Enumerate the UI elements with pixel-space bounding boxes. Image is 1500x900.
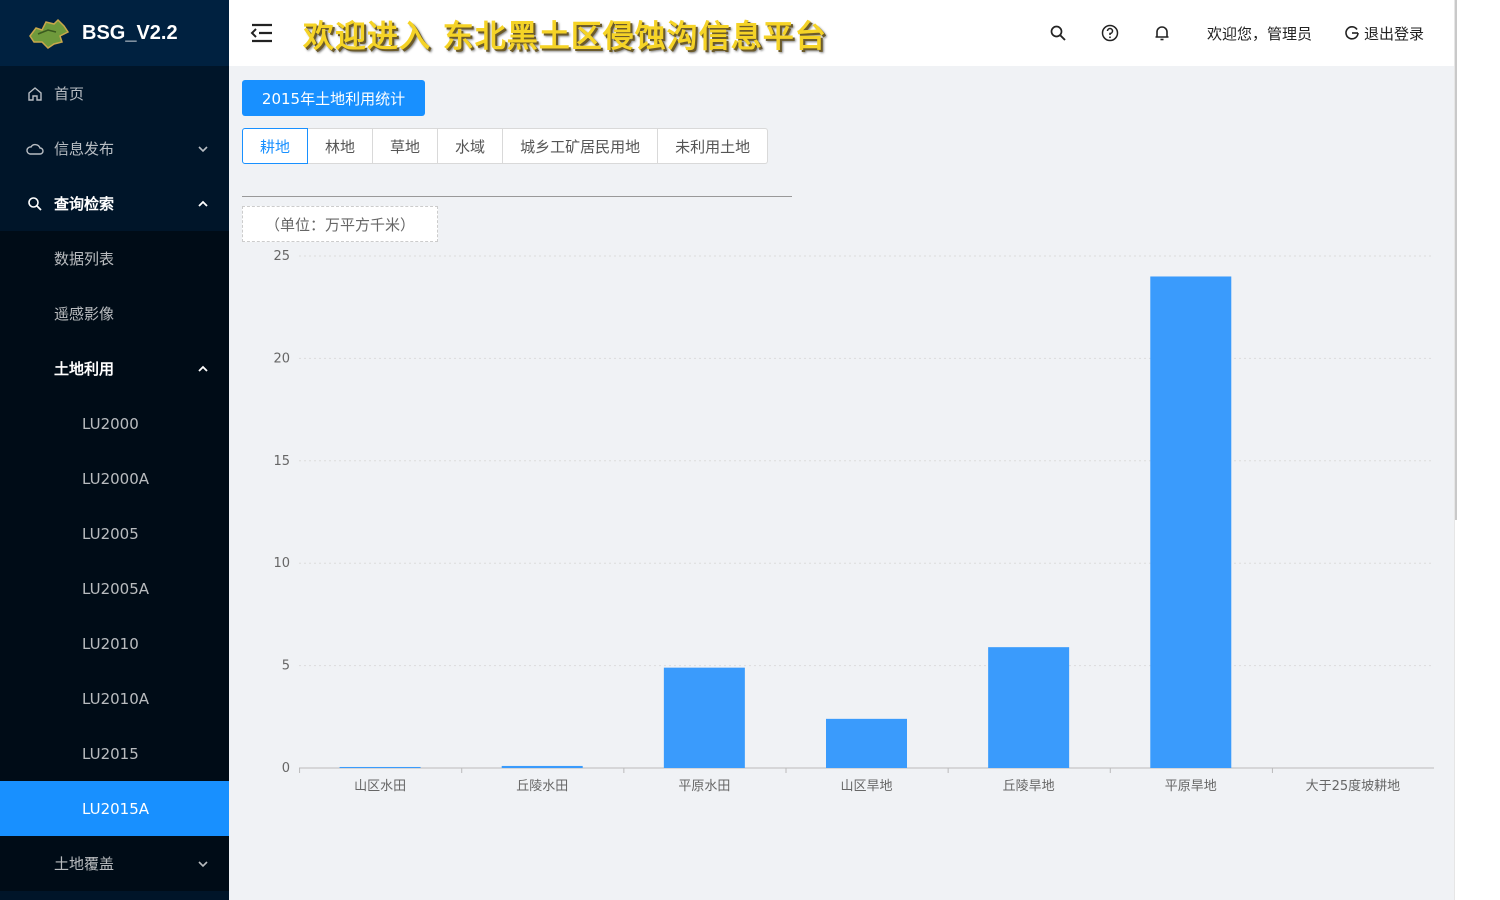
bar-chart: 0 5 10 15 20 25 山区水田 丘陵水田 平原水田 山区旱地 丘陵旱地 平原旱地 大于25度坡… — [273, 249, 1434, 794]
search-icon[interactable] — [1049, 24, 1067, 42]
sidebar-item-land-cover[interactable]: 土地覆盖 — [0, 836, 229, 891]
sidebar-item-label: LU2010A — [82, 689, 150, 708]
chart-bar — [1150, 276, 1232, 768]
chart-bar — [663, 667, 745, 768]
sidebar-item-label: LU2000 — [82, 414, 139, 433]
menu-fold-icon[interactable] — [249, 22, 275, 44]
sidebar-item-lu2015[interactable]: LU2015 — [0, 726, 229, 781]
land-use-submenu: LU2000 LU2000A LU2005 LU2005A LU2010 LU2… — [0, 396, 229, 836]
sidebar-item-label: 数据列表 — [54, 250, 115, 268]
sidebar-item-label: 土地覆盖 — [54, 855, 115, 873]
y-tick-label: 25 — [273, 249, 290, 264]
y-tick-label: 10 — [273, 556, 290, 571]
sidebar-item-label: LU2015A — [82, 799, 150, 818]
sidebar-item-label: LU2000A — [82, 469, 150, 488]
chart-bar — [339, 766, 421, 768]
search-icon — [26, 195, 44, 213]
user-greeting[interactable]: 欢迎您，管理员 — [1207, 23, 1312, 44]
tab-cropland[interactable]: 耕地 — [242, 128, 309, 164]
tab-water[interactable]: 水域 — [438, 128, 504, 164]
chevron-up-icon — [198, 365, 208, 372]
sidebar-item-lu2015a[interactable]: LU2015A — [0, 781, 229, 836]
chevron-down-icon — [198, 860, 208, 867]
top-header: 欢迎进入 东北黑土区侵蚀沟信息平台 欢迎您，管理员 退出登录 — [229, 0, 1454, 66]
sidebar-item-land-use[interactable]: 土地利用 — [0, 341, 229, 396]
sidebar: BSG_V2.2 首页 信息发布 查询检索 数据列表 遥感影像 土地利用 LU2… — [0, 0, 229, 900]
chart-bar — [988, 647, 1070, 768]
landuse-tabs: 耕地 林地 草地 水域 城乡工矿居民用地 未利用土地 — [242, 128, 769, 164]
x-tick-label: 平原水田 — [678, 779, 730, 794]
main-content: 2015年土地利用统计 耕地 林地 草地 水域 城乡工矿居民用地 未利用土地 （… — [229, 66, 1454, 900]
sidebar-item-query[interactable]: 查询检索 — [0, 176, 229, 231]
sidebar-item-data-list[interactable]: 数据列表 — [0, 231, 229, 286]
query-submenu: 数据列表 遥感影像 土地利用 LU2000 LU2000A LU2005 LU2… — [0, 231, 229, 891]
tab-grassland[interactable]: 草地 — [373, 128, 439, 164]
app-name: BSG_V2.2 — [82, 21, 178, 44]
logo-map-icon — [29, 18, 70, 49]
logout-label: 退出登录 — [1363, 24, 1424, 43]
sidebar-item-label: LU2015 — [82, 744, 139, 763]
sidebar-item-info[interactable]: 信息发布 — [0, 121, 229, 176]
chevron-down-icon — [198, 145, 208, 152]
sidebar-item-label: 信息发布 — [54, 140, 115, 158]
sidebar-item-lu2000a[interactable]: LU2000A — [0, 451, 229, 506]
sidebar-item-lu2005[interactable]: LU2005 — [0, 506, 229, 561]
sidebar-item-label: 首页 — [54, 85, 85, 103]
sidebar-item-lu2000[interactable]: LU2000 — [0, 396, 229, 451]
page-title: 欢迎进入 东北黑土区侵蚀沟信息平台 — [303, 18, 827, 55]
x-tick-label: 丘陵旱地 — [1003, 779, 1055, 794]
divider — [242, 196, 792, 197]
sidebar-item-label: 查询检索 — [54, 195, 115, 213]
y-tick-label: 5 — [282, 659, 290, 674]
y-tick-label: 15 — [273, 454, 290, 469]
home-icon — [26, 85, 44, 103]
chart-bar — [826, 718, 907, 768]
sidebar-item-label: LU2005A — [82, 579, 150, 598]
logo[interactable]: BSG_V2.2 — [0, 0, 229, 66]
sidebar-item-lu2010a[interactable]: LU2010A — [0, 671, 229, 726]
help-icon[interactable] — [1101, 24, 1119, 42]
y-tick-label: 20 — [273, 351, 290, 366]
x-tick-label: 山区水田 — [354, 779, 406, 794]
scrollbar[interactable] — [1454, 0, 1500, 900]
x-tick-label: 大于25度坡耕地 — [1306, 778, 1401, 794]
x-tick-label: 丘陵水田 — [516, 779, 568, 794]
chart-bar — [501, 765, 583, 768]
sidebar-item-label: 遥感影像 — [54, 305, 115, 323]
tab-urban[interactable]: 城乡工矿居民用地 — [503, 128, 659, 164]
cloud-icon — [26, 140, 44, 158]
app-root: BSG_V2.2 首页 信息发布 查询检索 数据列表 遥感影像 土地利用 LU2… — [0, 0, 1500, 900]
header-actions: 欢迎您，管理员 退出登录 — [1015, 0, 1424, 66]
logout-icon — [1345, 26, 1359, 40]
bell-icon[interactable] — [1153, 24, 1171, 42]
chevron-up-icon — [198, 200, 208, 207]
logout-button[interactable]: 退出登录 — [1344, 23, 1424, 44]
sidebar-item-remote-sensing[interactable]: 遥感影像 — [0, 286, 229, 341]
sidebar-item-lu2005a[interactable]: LU2005A — [0, 561, 229, 616]
sidebar-item-label: LU2010 — [82, 634, 139, 653]
stat-2015-button[interactable]: 2015年土地利用统计 — [242, 80, 425, 116]
sidebar-item-label: 土地利用 — [54, 360, 115, 378]
tab-forest[interactable]: 林地 — [308, 128, 374, 164]
sidebar-item-lu2010[interactable]: LU2010 — [0, 616, 229, 671]
tab-unused[interactable]: 未利用土地 — [658, 128, 769, 164]
scrollbar-thumb[interactable] — [1455, 0, 1457, 520]
sidebar-item-label: LU2005 — [82, 524, 139, 543]
x-tick-label: 平原旱地 — [1165, 779, 1217, 794]
x-tick-label: 山区旱地 — [840, 779, 892, 794]
sidebar-item-home[interactable]: 首页 — [0, 66, 229, 121]
y-tick-label: 0 — [282, 761, 290, 776]
